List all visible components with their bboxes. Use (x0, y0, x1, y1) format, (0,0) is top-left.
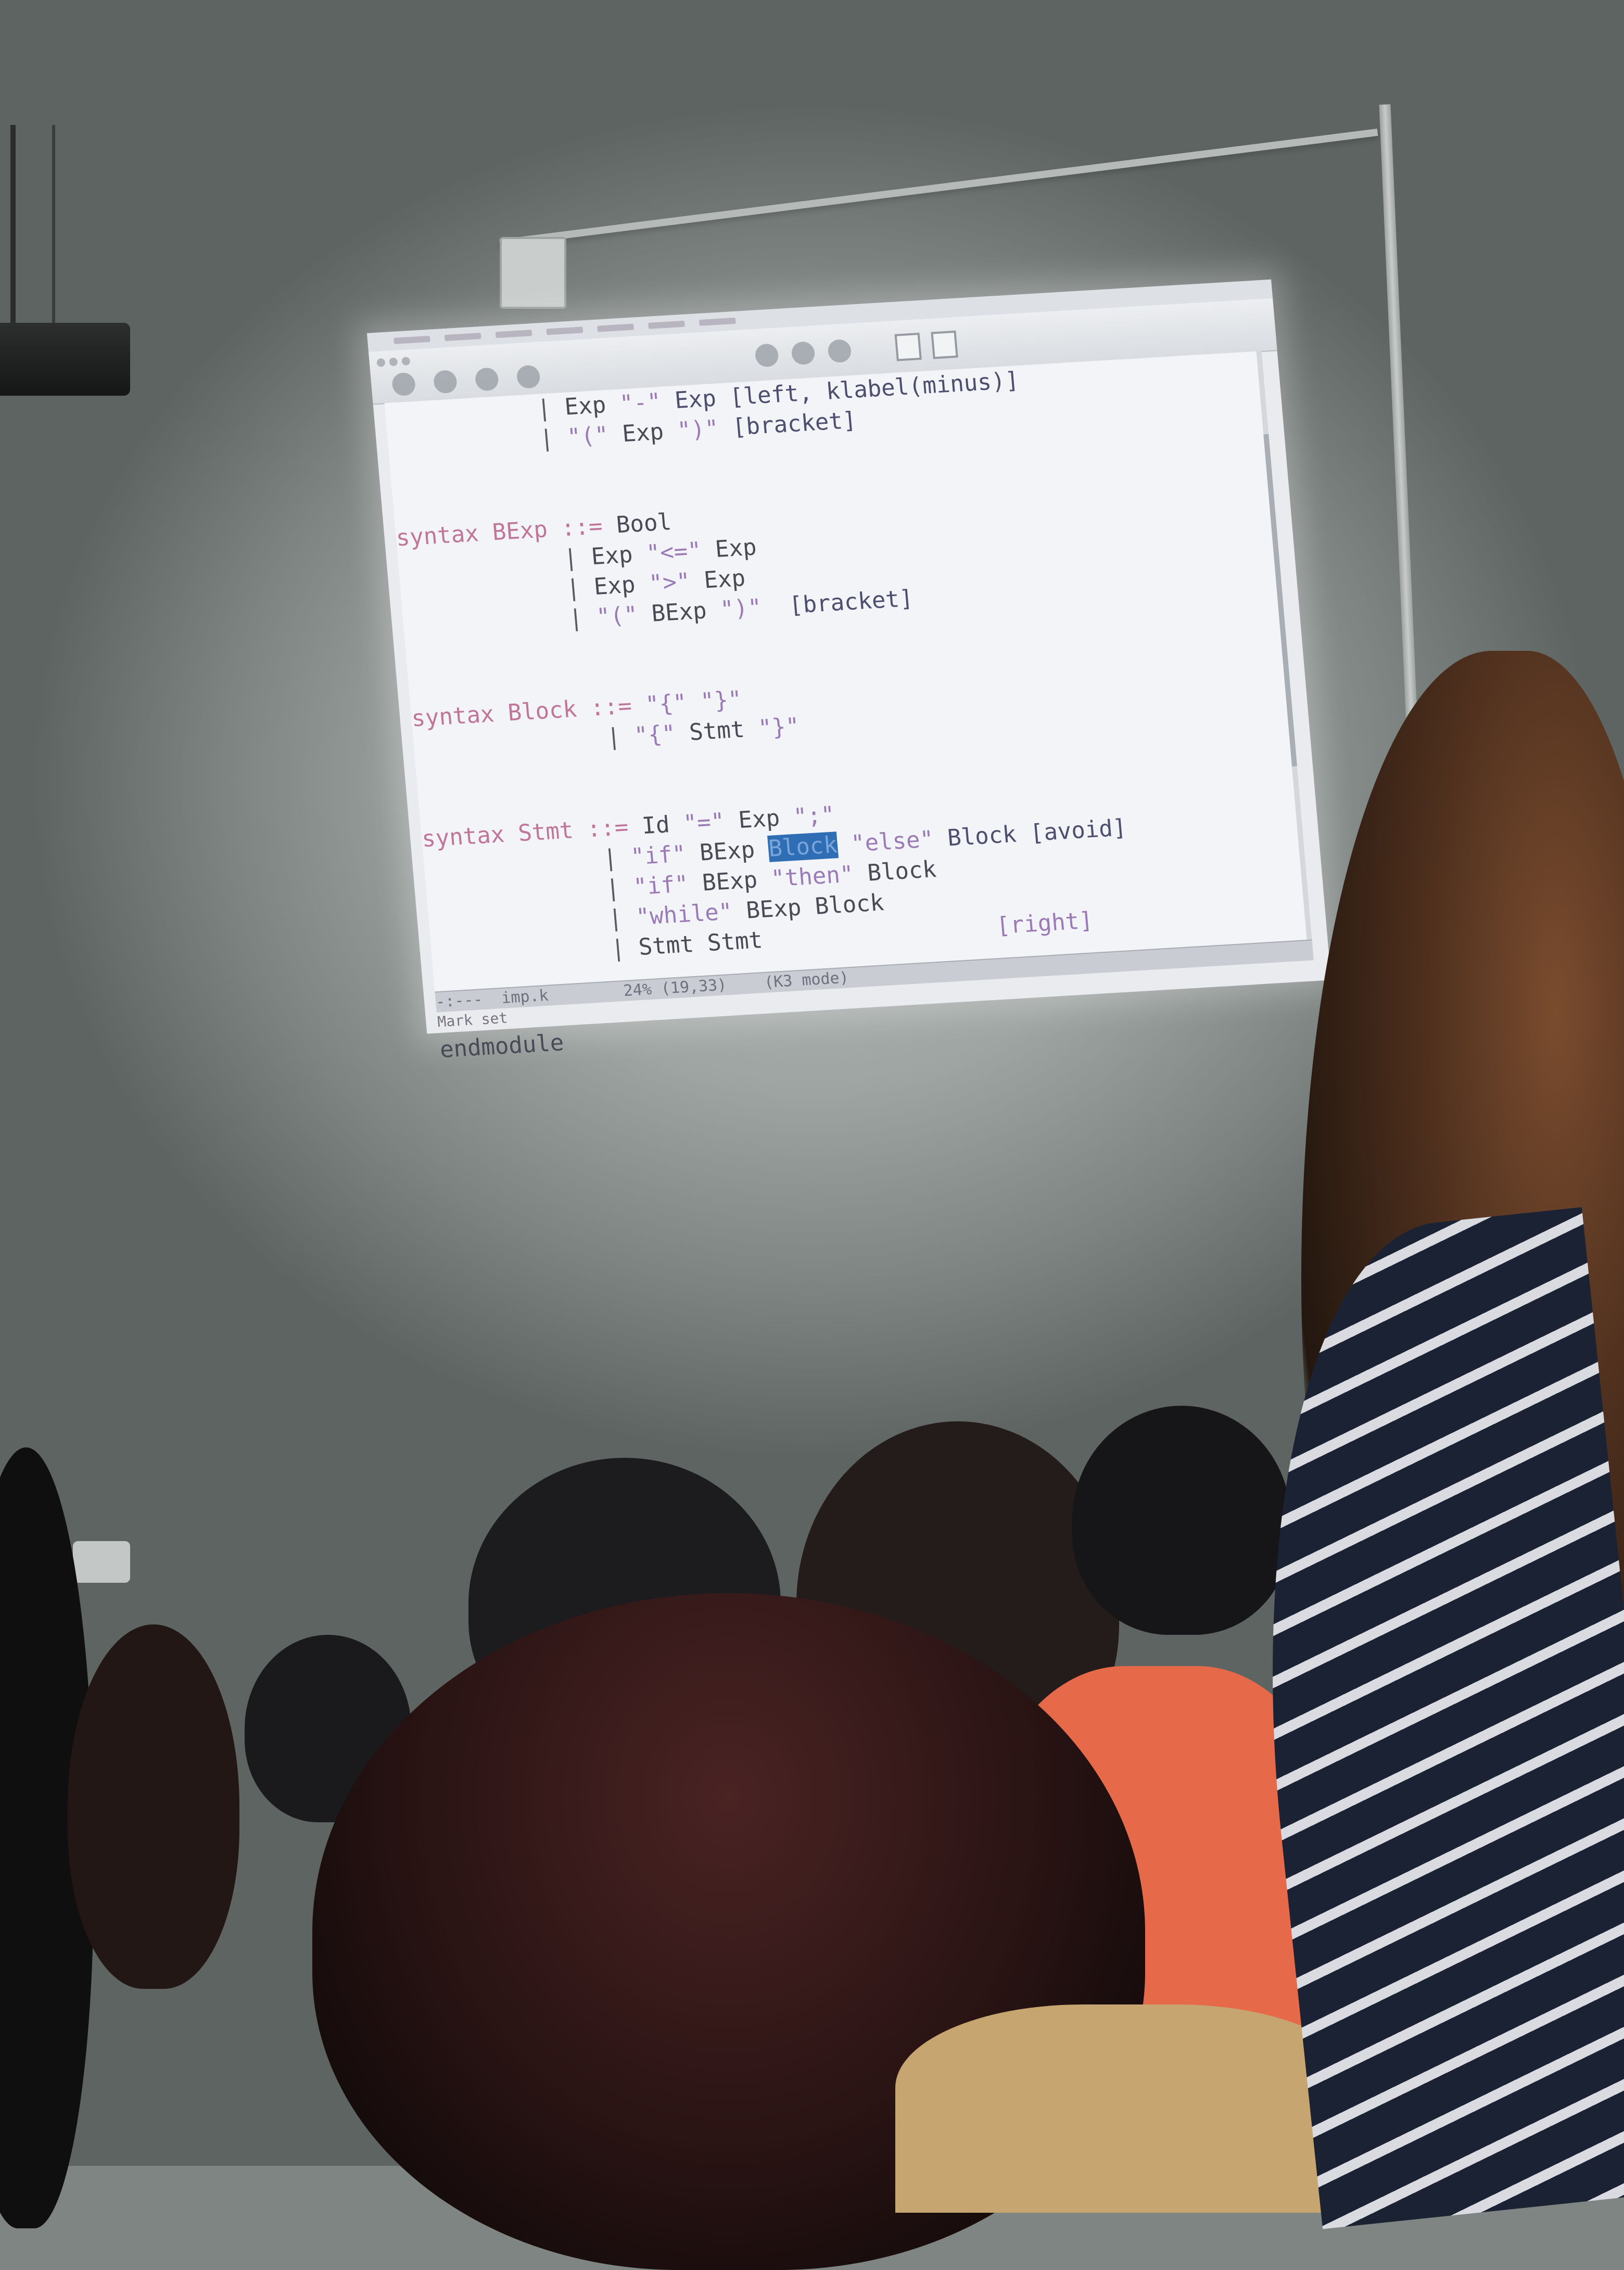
code-token: "-" (618, 388, 663, 418)
toolbar-button-icon[interactable] (827, 338, 852, 363)
code-token: [bracket] (717, 407, 858, 442)
code-token: ")" (719, 594, 763, 623)
open-file-icon[interactable] (433, 370, 458, 394)
code-token: | (562, 544, 593, 572)
code-token: | (604, 874, 635, 902)
code-token: endmodule (438, 1029, 565, 1064)
code-token: Exp (607, 418, 679, 448)
code-token: ")" (676, 415, 720, 444)
code-token: Id (641, 810, 685, 840)
code-token: Exp (689, 564, 747, 595)
code-token: | (610, 934, 640, 963)
code-token: | (565, 574, 595, 602)
person-head (68, 1624, 239, 1989)
wall-bracket (500, 237, 566, 309)
menu-item[interactable] (597, 323, 635, 332)
code-token: "then" (770, 861, 855, 892)
toolbar-button-icon[interactable] (791, 341, 816, 365)
code-token: ::= (546, 512, 618, 543)
menu-item[interactable] (648, 320, 685, 329)
code-token: "{" (633, 720, 677, 749)
save-icon[interactable] (516, 364, 541, 389)
code-token: "{" "}" (644, 686, 743, 718)
print-icon[interactable] (894, 333, 922, 361)
code-token: Exp (700, 534, 758, 564)
menu-item[interactable] (393, 335, 430, 344)
code-token: "else" (849, 826, 935, 857)
code-token: Exp (724, 804, 795, 835)
code-token: | (602, 843, 632, 872)
code-token: ">" (648, 568, 692, 597)
code-token: "(" (595, 601, 639, 630)
wall-outlet (73, 1541, 130, 1583)
code-token: "while" (635, 898, 734, 931)
code-token: Exp (592, 570, 650, 600)
new-file-icon[interactable] (391, 372, 416, 397)
code-token: | (567, 603, 598, 632)
code-token: Block (852, 856, 937, 888)
code-token: ::= (572, 813, 643, 844)
code-token: | (536, 394, 566, 422)
person-head (1072, 1406, 1291, 1635)
code-token: Exp (590, 540, 648, 571)
code-token: Bool (615, 509, 673, 539)
code-token: | (607, 904, 638, 932)
code-token: "if" (629, 840, 687, 871)
person-shoulder (895, 2004, 1364, 2213)
undo-icon[interactable] (474, 367, 500, 392)
menu-item[interactable] (444, 333, 481, 342)
code-token: | (605, 722, 636, 751)
code-token: "(" (566, 421, 610, 451)
projected-screen: | Exp "-" Exp [left, klabel(minus)] | "(… (367, 279, 1331, 1063)
projector (0, 323, 130, 396)
code-token: "=" (682, 808, 726, 837)
projector-mount (10, 125, 55, 333)
code-token: BExp (687, 865, 772, 898)
code-token: BExp (684, 836, 770, 867)
code-token: ";" (792, 801, 836, 830)
zoom-window-icon[interactable] (401, 357, 411, 366)
search-icon[interactable] (931, 330, 958, 359)
code-token: "<=" (645, 537, 703, 567)
menu-item[interactable] (546, 326, 583, 335)
menu-item[interactable] (495, 330, 532, 338)
code-token: BExp (637, 596, 722, 628)
code-token: ::= (575, 691, 647, 723)
code-editor[interactable]: | Exp "-" Exp [left, klabel(minus)] | "(… (384, 351, 1312, 1063)
toolbar-button-icon[interactable] (754, 343, 780, 368)
code-token: Stmt Stmt (637, 927, 764, 961)
code-token: Exp (563, 390, 621, 421)
code-token: Stmt (674, 715, 759, 747)
menu-item[interactable] (699, 317, 736, 326)
selected-token: Block (767, 831, 839, 862)
close-window-icon[interactable] (376, 358, 386, 367)
minimize-window-icon[interactable] (389, 357, 398, 367)
code-token: | (538, 424, 568, 452)
code-token: "if" (632, 871, 690, 901)
code-token: "}" (757, 713, 801, 742)
